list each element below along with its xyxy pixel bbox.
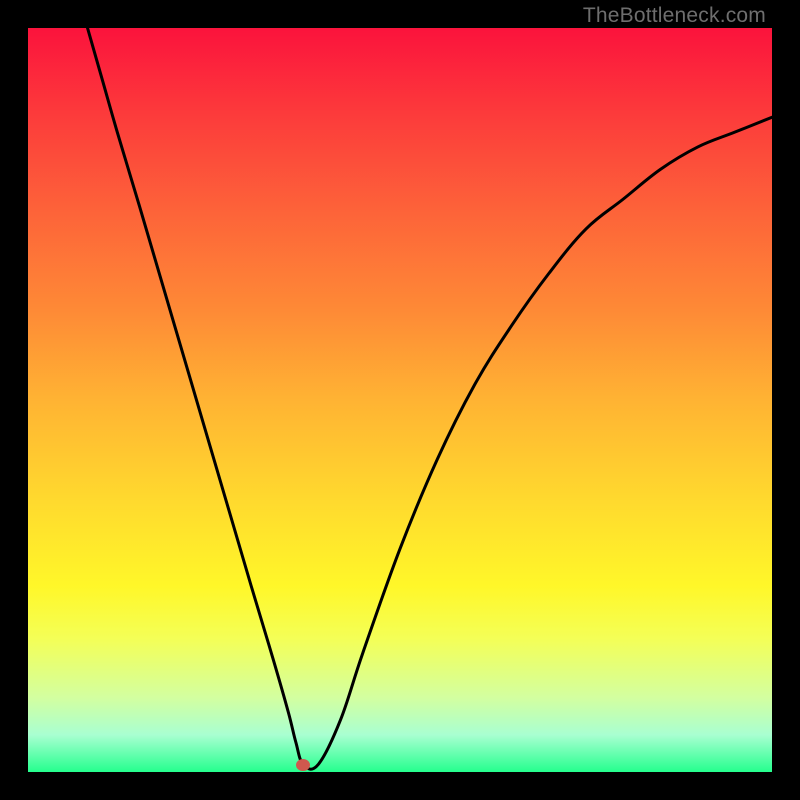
plot-area: [28, 28, 772, 772]
optimal-point-marker: [296, 759, 310, 771]
bottleneck-curve: [28, 28, 772, 772]
watermark-text: TheBottleneck.com: [583, 4, 766, 28]
